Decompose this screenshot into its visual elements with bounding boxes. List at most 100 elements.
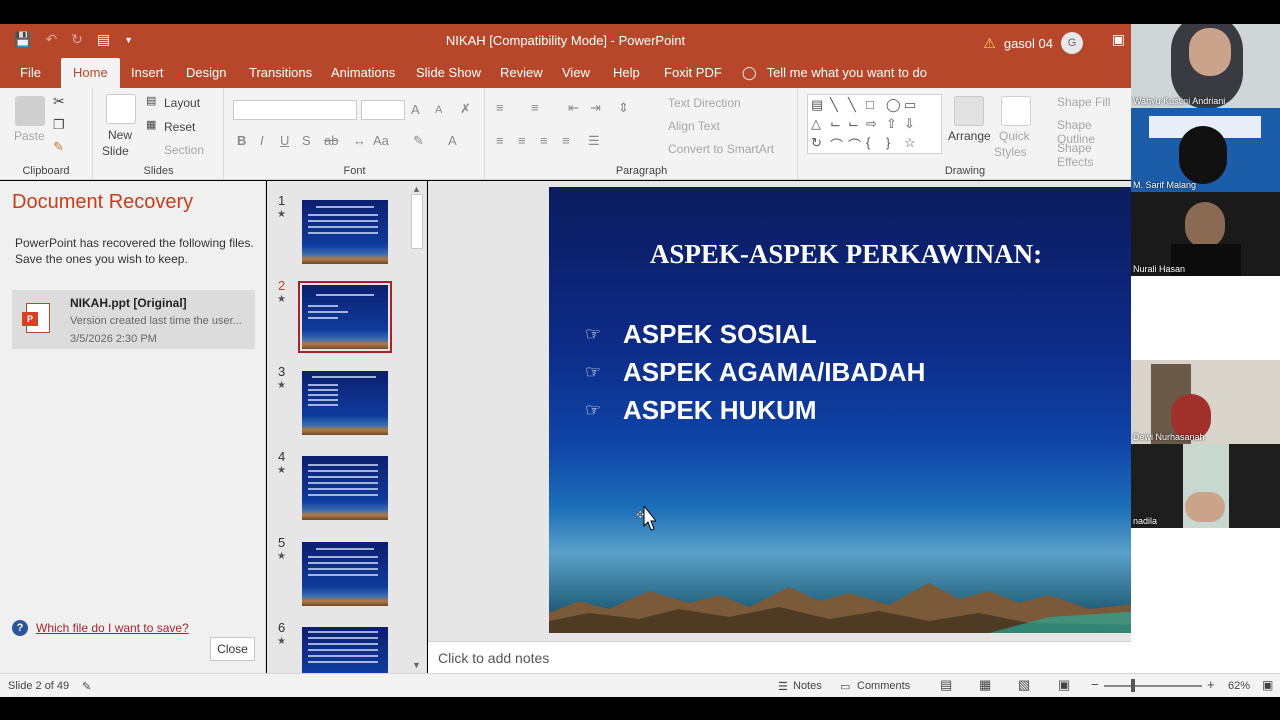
layout-button[interactable]: Layout [164,96,200,110]
tab-slide-show[interactable]: Slide Show [416,65,481,80]
shapes-gallery[interactable]: ▤ ╲ ╲ □ ◯ ▭ △ ⌙ ⌙ ⇨ ⇧ ⇩ ↻ ⌒ ⌒{} ☆ [807,94,942,154]
ribbon-display-options-icon[interactable]: ▣ [1112,31,1125,48]
line-spacing-icon[interactable]: ⇕ [618,100,629,116]
section-button[interactable]: Section [164,143,204,157]
zoom-slider-knob[interactable] [1131,679,1135,692]
help-icon: ? [12,620,28,636]
notes-button[interactable]: Notes [793,680,822,692]
italic-button[interactable]: I [260,133,264,148]
highlight-icon[interactable]: ✎ [413,133,424,149]
thumbnail-slide-5[interactable]: 5 ★ [267,523,412,606]
slide-thumbnails-pane: 1 ★ 2 ★ 3 ★ 4 ★ 5 ★ 6 ★ [267,181,427,673]
tab-file[interactable]: File [20,65,41,80]
participant-tile[interactable]: nadila [1131,444,1280,528]
shape-fill-button[interactable]: Shape Fill [1057,95,1110,109]
zoom-in-icon[interactable]: + [1207,677,1215,692]
thumbnail-slide-6[interactable]: 6 ★ [267,608,412,673]
new-slide-button[interactable]: New [108,128,132,142]
slide-bullet[interactable]: ☞ ASPEK HUKUM [585,395,817,426]
which-file-link[interactable]: Which file do I want to save? [36,621,189,635]
fit-to-window-icon[interactable]: ▣ [1262,678,1273,692]
spellcheck-icon[interactable]: ✎ [82,680,91,693]
participant-tile[interactable]: Nurali Hasan [1131,192,1280,276]
account-area[interactable]: ⚠ gasol 04 G [983,32,1083,54]
shadow-button[interactable]: S [302,133,311,148]
slide-title[interactable]: ASPEK-ASPEK PERKAWINAN: [549,239,1143,270]
underline-button[interactable]: U [280,133,289,148]
tab-animations[interactable]: Animations [331,65,395,80]
quick-styles-label-2[interactable]: Styles [994,145,1027,159]
tab-view[interactable]: View [562,65,590,80]
comments-button[interactable]: Comments [857,680,910,692]
align-center-icon[interactable]: ≡ [518,133,526,148]
tell-me-search[interactable]: ◯ Tell me what you want to do [742,65,927,81]
tab-insert[interactable]: Insert [131,65,164,80]
grow-font-button[interactable]: A [411,102,420,117]
scrollbar-thumb[interactable] [411,194,423,249]
convert-smartart-button[interactable]: Convert to SmartArt [668,142,774,156]
numbering-icon[interactable]: ≡ [531,100,539,115]
tab-design[interactable]: Design [186,65,226,80]
participant-name: M. Sarif Malang [1133,180,1197,190]
font-name-combo[interactable] [233,100,357,120]
recovery-close-button[interactable]: Close [210,637,255,661]
participant-tile[interactable]: Wahyu Kustini Andriani [1131,24,1280,108]
current-slide[interactable]: ASPEK-ASPEK PERKAWINAN: ☞ ASPEK SOSIAL ☞… [549,187,1143,633]
thumbnail-slide-3[interactable]: 3 ★ [267,352,412,435]
slideshow-view-icon[interactable]: ▣ [1058,677,1070,693]
reset-button[interactable]: Reset [164,120,195,134]
align-right-icon[interactable]: ≡ [540,133,548,148]
decrease-indent-icon[interactable]: ⇤ [568,100,579,116]
thumbnail-slide-4[interactable]: 4 ★ [267,437,412,520]
normal-view-icon[interactable]: ▤ [940,677,952,693]
bold-button[interactable]: B [237,133,246,148]
tab-review[interactable]: Review [500,65,543,80]
avatar[interactable]: G [1061,32,1083,54]
new-slide-label-2[interactable]: Slide [102,144,129,158]
bullets-icon[interactable]: ≡ [496,100,504,115]
zoom-level[interactable]: 62% [1228,680,1250,692]
arrange-button[interactable]: Arrange [948,129,991,143]
align-text-button[interactable]: Align Text [668,119,720,133]
quick-styles-button[interactable]: Quick [999,129,1030,143]
justify-icon[interactable]: ≡ [562,133,570,148]
zoom-out-icon[interactable]: − [1091,677,1099,692]
strikethrough-button[interactable]: ab [324,133,338,148]
reading-view-icon[interactable]: ▧ [1018,677,1030,693]
tab-home[interactable]: Home [61,58,120,88]
copy-icon[interactable]: ❐ [53,117,65,133]
font-color-icon[interactable]: A [448,133,457,148]
window-title: NIKAH [Compatibility Mode] - PowerPoint [445,33,686,48]
scroll-down-icon[interactable]: ▼ [412,660,421,670]
mountains-graphic [549,583,1143,633]
empty-tile [1131,276,1280,360]
format-painter-icon[interactable]: ✎ [53,139,64,155]
align-left-icon[interactable]: ≡ [496,133,504,148]
tab-transitions[interactable]: Transitions [249,65,312,80]
animation-star-icon: ★ [277,465,286,476]
change-case-button[interactable]: Aa [373,133,389,148]
font-size-combo[interactable] [361,100,405,120]
recovered-file-item[interactable]: P NIKAH.ppt [Original] Version created l… [12,290,255,349]
cut-icon[interactable]: ✂ [53,93,65,110]
slide-bullet[interactable]: ☞ ASPEK SOSIAL [585,319,817,350]
text-direction-button[interactable]: Text Direction [668,96,741,110]
character-spacing-icon[interactable]: ↔ [353,133,366,148]
shrink-font-button[interactable]: A [435,104,442,116]
participant-tile[interactable]: Dewi Nurhasanah [1131,360,1280,444]
tab-foxit-pdf[interactable]: Foxit PDF [664,65,722,80]
zoom-slider[interactable] [1104,685,1202,687]
thumbnail-slide-2[interactable]: 2 ★ [267,266,412,353]
thumbnail-slide-1[interactable]: 1 ★ [267,181,412,264]
clear-format-icon[interactable]: ✗ [460,101,471,117]
participant-tile[interactable]: M. Sarif Malang [1131,108,1280,192]
paste-button[interactable]: Paste [14,129,45,143]
slide-sorter-icon[interactable]: ▦ [979,677,991,693]
thumbnails-scrollbar[interactable]: ▲ ▼ [408,182,426,673]
increase-indent-icon[interactable]: ⇥ [590,100,601,116]
columns-icon[interactable]: ☰ [588,133,600,149]
slide-bullet[interactable]: ☞ ASPEK AGAMA/IBADAH [585,357,925,388]
tab-help[interactable]: Help [613,65,640,80]
scroll-up-icon[interactable]: ▲ [412,184,421,194]
bullet-text: ASPEK SOSIAL [623,319,817,349]
